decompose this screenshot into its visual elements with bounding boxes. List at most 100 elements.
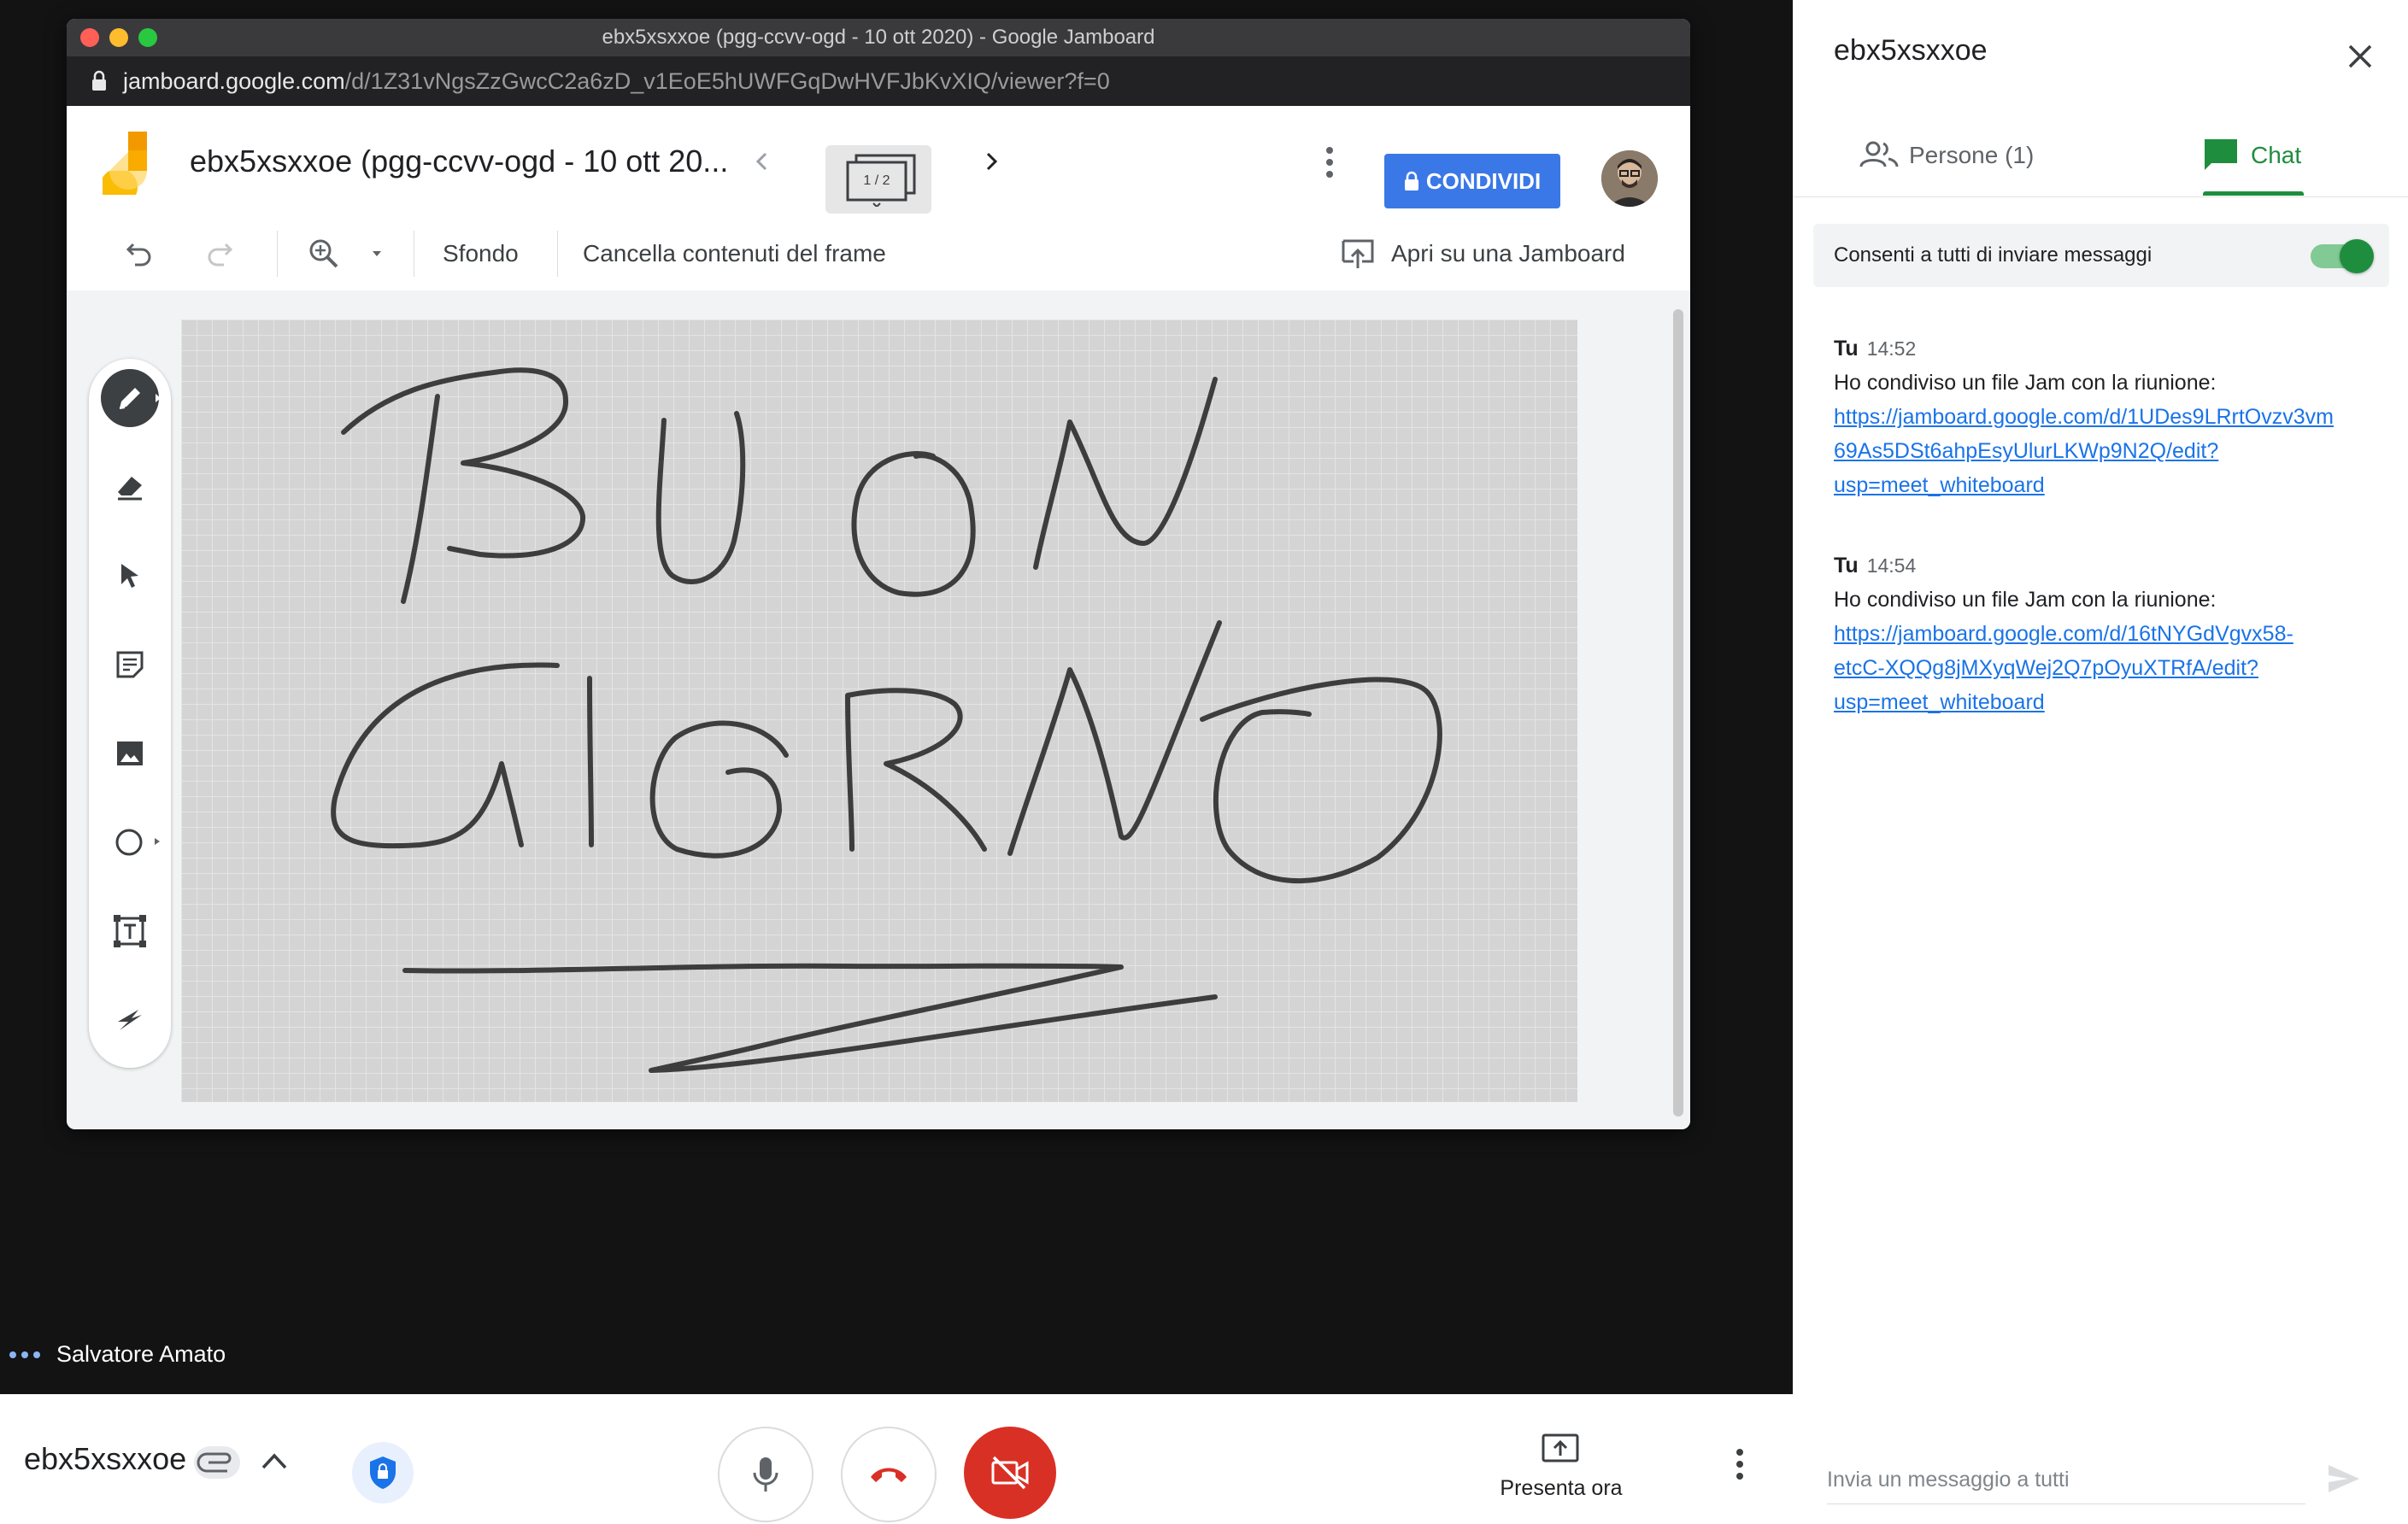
zoom-icon[interactable]	[308, 237, 340, 270]
shield-lock-icon	[370, 1457, 396, 1489]
share-button[interactable]: CONDIVIDI	[1384, 154, 1560, 208]
select-tool-button[interactable]	[101, 547, 159, 605]
sticky-note-tool-button[interactable]	[101, 636, 159, 694]
shape-tool-button[interactable]	[101, 813, 159, 871]
message-link[interactable]: https://jamboard.google.com/d/1UDes9LRrt…	[1834, 400, 2381, 502]
image-icon	[117, 741, 143, 765]
meet-bottom-bar: ebx5xsxxoe Presenta ora	[0, 1394, 1793, 1524]
tab-people[interactable]: Persone (1)	[1859, 128, 2034, 196]
laser-tool-button[interactable]	[101, 991, 159, 1049]
tab-chat-label: Chat	[2251, 142, 2302, 168]
more-options-icon[interactable]	[1324, 145, 1335, 179]
panel-title: ebx5xsxxoe	[1834, 34, 1988, 67]
meeting-name[interactable]: ebx5xsxxoe	[24, 1394, 186, 1524]
side-panel: ebx5xsxxoe Persone (1) Chat Consenti a t…	[1793, 0, 2408, 1524]
url-path: /d/1Z31vNgsZzGwcC2a6zD_v1EoE5hUWFGqDwHVF…	[344, 68, 1110, 94]
whiteboard-frame[interactable]	[181, 319, 1577, 1102]
message-link-line: etcC-XQQg8jMXyqWej2Q7pOyuXTRfA/edit?	[1834, 656, 2258, 680]
more-dots-icon[interactable]	[9, 1350, 43, 1360]
open-in-jamboard-button[interactable]: Apri su una Jamboard	[1391, 217, 1625, 290]
shape-options-icon[interactable]	[154, 837, 161, 846]
zoom-dropdown-icon[interactable]	[371, 249, 383, 258]
chat-icon	[2205, 138, 2237, 170]
toggle-knob	[2340, 239, 2374, 273]
jam-title[interactable]: ebx5xsxxoe (pgg-ccvv-ogd - 10 ott 20...	[190, 106, 728, 217]
message-text: Ho condiviso un file Jam con la riunione…	[1834, 588, 2217, 612]
tab-chat[interactable]: Chat	[2203, 128, 2301, 196]
text-box-icon	[114, 915, 146, 947]
window-titlebar: ebx5xsxxoe (pgg-ccvv-ogd - 10 ott 2020) …	[67, 19, 1690, 56]
address-bar[interactable]: jamboard.google.com/d/1Z31vNgsZzGwcC2a6z…	[67, 56, 1690, 106]
present-screen-icon[interactable]	[1540, 1432, 1581, 1466]
active-tab-indicator	[2203, 191, 2304, 196]
canvas-scrollbar[interactable]	[1673, 309, 1683, 1117]
tab-people-label: Persone (1)	[1909, 142, 2035, 168]
undo-icon[interactable]	[125, 239, 154, 268]
chevron-up-icon[interactable]	[260, 1451, 289, 1471]
close-icon[interactable]	[2346, 43, 2374, 70]
microphone-icon	[753, 1457, 778, 1492]
hang-up-icon	[871, 1468, 907, 1482]
redo-icon[interactable]	[205, 239, 234, 268]
circle-icon	[115, 829, 143, 856]
browser-window: ebx5xsxxoe (pgg-ccvv-ogd - 10 ott 2020) …	[67, 19, 1690, 1129]
message-time: 14:52	[1866, 337, 1917, 360]
pen-options-icon[interactable]	[154, 393, 162, 403]
attachment-icon[interactable]	[193, 1445, 241, 1480]
canvas-area	[67, 290, 1690, 1129]
frame-indicator: 1 / 2	[863, 173, 890, 188]
jamboard-logo-icon	[103, 132, 147, 195]
pen-icon	[119, 388, 140, 409]
more-options-icon[interactable]	[1735, 1447, 1745, 1481]
eraser-tool-button[interactable]	[101, 458, 159, 516]
frame-bar-button[interactable]: 1 / 2	[825, 145, 931, 214]
text-box-tool-button[interactable]	[101, 902, 159, 960]
tool-panel	[89, 359, 171, 1068]
lock-icon	[92, 70, 106, 91]
message-link-line: usp=meet_whiteboard	[1834, 690, 2045, 714]
chat-input-underline	[1827, 1503, 2305, 1504]
send-icon[interactable]	[2326, 1462, 2362, 1495]
laser-icon	[118, 1010, 142, 1030]
people-icon	[1859, 141, 1899, 167]
clear-frame-button[interactable]: Cancella contenuti del frame	[583, 217, 886, 290]
url-text[interactable]: jamboard.google.com/d/1Z31vNgsZzGwcC2a6z…	[123, 56, 1110, 106]
message-time: 14:54	[1866, 554, 1917, 577]
image-tool-button[interactable]	[101, 724, 159, 783]
open-in-jamboard-icon[interactable]	[1340, 237, 1376, 272]
share-label: CONDIVIDI	[1425, 168, 1542, 194]
message-link-line: https://jamboard.google.com/d/16tNYGdVgv…	[1834, 622, 2293, 646]
camera-off-icon	[991, 1456, 1029, 1490]
message-link-line: 69As5DSt6ahpEsyUlurLKWp9N2Q/edit?	[1834, 439, 2219, 463]
background-button[interactable]: Sfondo	[443, 217, 519, 290]
allow-messages-row: Consenti a tutti di inviare messaggi	[1813, 224, 2389, 287]
chat-input[interactable]: Invia un messaggio a tutti	[1827, 1468, 2070, 1492]
sticky-note-icon	[116, 651, 144, 678]
camera-off-button[interactable]	[964, 1427, 1056, 1519]
url-host: jamboard.google.com	[123, 68, 345, 94]
previous-frame-icon[interactable]	[752, 150, 772, 173]
window-title: ebx5xsxxoe (pgg-ccvv-ogd - 10 ott 2020) …	[602, 26, 1155, 49]
security-button[interactable]	[352, 1442, 414, 1503]
chat-message: Tu 14:54 Ho condiviso un file Jam con la …	[1834, 548, 2381, 719]
allow-messages-toggle[interactable]	[2311, 239, 2374, 273]
message-sender: Tu	[1834, 554, 1859, 577]
message-sender: Tu	[1834, 337, 1859, 360]
microphone-button[interactable]	[718, 1427, 813, 1522]
eraser-icon	[118, 477, 142, 501]
cursor-icon	[121, 564, 138, 588]
message-link-line: usp=meet_whiteboard	[1834, 473, 2045, 497]
message-text: Ho condiviso un file Jam con la riunione…	[1834, 371, 2217, 395]
user-avatar-icon	[1601, 150, 1658, 207]
jamboard-header: ebx5xsxxoe (pgg-ccvv-ogd - 10 ott 20... …	[67, 106, 1690, 218]
end-call-button[interactable]	[841, 1427, 937, 1522]
present-now-button[interactable]: Presenta ora	[1497, 1476, 1625, 1501]
tab-divider	[1793, 196, 2408, 197]
handwritten-drawing	[331, 367, 1442, 1073]
toolbar-divider	[557, 231, 558, 277]
account-avatar[interactable]	[1601, 150, 1658, 207]
toolbar-divider	[277, 231, 278, 277]
next-frame-icon[interactable]	[981, 150, 1001, 173]
pen-tool-button[interactable]	[101, 369, 159, 427]
message-link[interactable]: https://jamboard.google.com/d/16tNYGdVgv…	[1834, 617, 2381, 719]
